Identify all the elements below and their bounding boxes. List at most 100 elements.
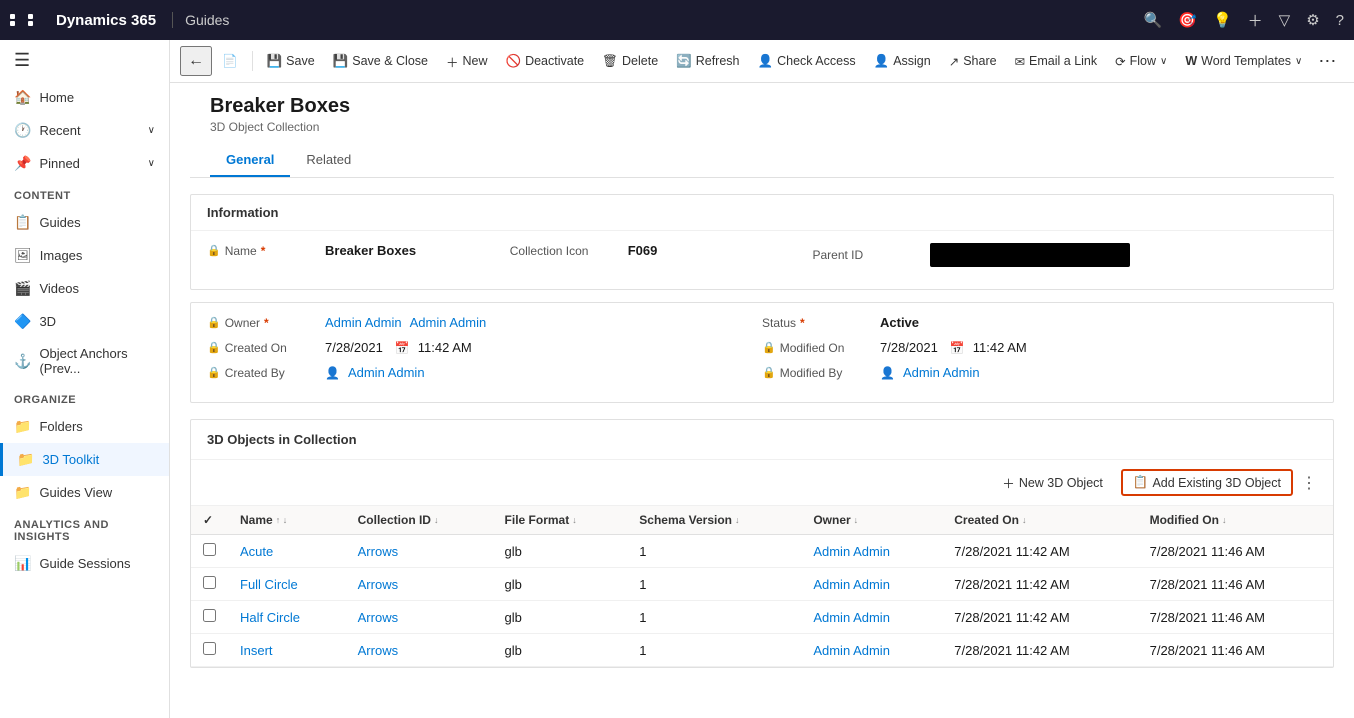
word-templates-button[interactable]: W Word Templates ∨ [1177,49,1310,73]
created-on-calendar-icon[interactable]: 📅 [395,341,410,355]
row-check[interactable] [191,601,228,634]
row-owner-link[interactable]: Admin Admin [813,643,890,658]
sidebar-hamburger[interactable]: ☰ [0,40,169,81]
tab-general[interactable]: General [210,144,290,177]
filter-icon[interactable]: ▽ [1279,11,1291,29]
owner-col: 🔒 Owner * Admin Admin Admin Admin [207,315,762,330]
row-modified-on: 7/28/2021 11:46 AM [1138,634,1333,667]
search-icon[interactable]: 🔍 [1144,11,1163,29]
back-button[interactable]: ← [180,46,212,76]
help-icon[interactable]: ? [1336,12,1344,29]
th-schema-version[interactable]: Schema Version ↓ [627,506,801,535]
file-format-sort[interactable]: File Format ↓ [505,513,577,527]
delete-button[interactable]: 🗑 Delete [594,49,666,74]
tab-related[interactable]: Related [290,144,367,177]
row-name-link[interactable]: Acute [240,544,273,559]
share-button[interactable]: ↗ Share [941,49,1005,74]
th-modified-on[interactable]: Modified On ↓ [1138,506,1333,535]
row-owner-link[interactable]: Admin Admin [813,544,890,559]
save-label: Save [286,54,315,68]
check-access-button[interactable]: 👤 Check Access [750,49,864,74]
more-options-button[interactable]: ⋯ [1312,47,1342,76]
collection-id-sort[interactable]: Collection ID ↓ [358,513,439,527]
row-owner-link[interactable]: Admin Admin [813,610,890,625]
row-name-link[interactable]: Full Circle [240,577,298,592]
settings-icon[interactable]: ⚙ [1306,11,1319,29]
save-close-button[interactable]: 💾 Save & Close [325,49,436,74]
created-by-lock-icon: 🔒 [207,366,221,379]
sidebar-item-3d[interactable]: 🔷 3D [0,305,169,338]
delete-icon: 🗑 [602,54,618,69]
owner-value-name[interactable]: Admin Admin [410,315,487,330]
row-modified-on: 7/28/2021 11:46 AM [1138,601,1333,634]
created-by-value[interactable]: Admin Admin [348,365,425,380]
collection-header: 3D Objects in Collection [191,420,1333,460]
collection-id-sort-arrows: ↓ [434,515,439,525]
file-format-sort-arrows: ↓ [572,515,577,525]
new-label: New [462,54,487,68]
app-launcher-icon[interactable] [10,14,44,26]
row-collection-id-link[interactable]: Arrows [358,610,398,625]
row-name-link[interactable]: Half Circle [240,610,300,625]
collection-more-icon[interactable]: ⋮ [1301,473,1317,493]
row-collection-id-link[interactable]: Arrows [358,577,398,592]
sidebar-item-images[interactable]: 🖼 Images [0,239,169,272]
add-existing-label: Add Existing 3D Object [1152,476,1281,490]
modified-by-value[interactable]: Admin Admin [903,365,980,380]
add-icon[interactable]: ＋ [1248,10,1263,31]
row-checkbox-3[interactable] [203,642,216,655]
form-row-created-by: 🔒 Created By 👤 Admin Admin 🔒 Modified By [207,365,1317,380]
row-check[interactable] [191,568,228,601]
modified-by-label: 🔒 Modified By [762,366,872,380]
row-check[interactable] [191,634,228,667]
images-icon: 🖼 [14,247,32,264]
email-link-button[interactable]: ✉ Email a Link [1007,49,1106,74]
lightbulb-icon[interactable]: 💡 [1213,11,1232,29]
modified-on-sort[interactable]: Modified On ↓ [1150,513,1227,527]
row-collection-id-link[interactable]: Arrows [358,643,398,658]
new-button[interactable]: ＋ New [438,47,496,76]
save-icon: 💾 [267,54,283,69]
name-sort[interactable]: Name ↑ ↓ [240,513,287,527]
row-check[interactable] [191,535,228,568]
th-owner[interactable]: Owner ↓ [801,506,942,535]
add-existing-3d-object-button[interactable]: 📋 Add Existing 3D Object [1121,469,1293,496]
sidebar-item-videos[interactable]: 🎬 Videos [0,272,169,305]
sidebar-item-recent[interactable]: 🕐 Recent ∨ [0,114,169,147]
sidebar-item-guide-sessions[interactable]: 📊 Guide Sessions [0,547,169,580]
sidebar-item-pinned[interactable]: 📌 Pinned ∨ [0,147,169,180]
new-3d-object-button[interactable]: ＋ New 3D Object [992,468,1113,497]
assign-button[interactable]: 👤 Assign [866,49,939,74]
row-name-link[interactable]: Insert [240,643,273,658]
row-collection-id-link[interactable]: Arrows [358,544,398,559]
sidebar-item-guides-view[interactable]: 📁 Guides View [0,476,169,509]
owner-sort[interactable]: Owner ↓ [813,513,858,527]
save-button[interactable]: 💾 Save [259,49,323,74]
sidebar-item-object-anchors[interactable]: ⚓ Object Anchors (Prev... [0,338,169,384]
row-checkbox-0[interactable] [203,543,216,556]
sidebar-item-home[interactable]: 🏠 Home [0,81,169,114]
sidebar-item-3d-toolkit[interactable]: 📁 3D Toolkit [0,443,169,476]
row-file-format: glb [493,634,628,667]
modified-on-date: 7/28/2021 [880,340,938,355]
flow-button[interactable]: ⟳ Flow ∨ [1107,49,1175,74]
row-checkbox-2[interactable] [203,609,216,622]
name-sort-arrows: ↑ ↓ [276,515,288,525]
schema-version-sort[interactable]: Schema Version ↓ [639,513,739,527]
th-file-format[interactable]: File Format ↓ [493,506,628,535]
deactivate-button[interactable]: 🚫 Deactivate [498,49,593,74]
row-checkbox-1[interactable] [203,576,216,589]
target-icon[interactable]: 🎯 [1178,11,1197,29]
th-collection-id[interactable]: Collection ID ↓ [346,506,493,535]
modified-on-col: 🔒 Modified On 7/28/2021 📅 11:42 AM [762,340,1317,355]
owner-value[interactable]: Admin Admin [325,315,402,330]
refresh-button[interactable]: 🔄 Refresh [668,49,747,74]
row-owner-link[interactable]: Admin Admin [813,577,890,592]
sidebar-item-folders[interactable]: 📁 Folders [0,410,169,443]
created-by-col: 🔒 Created By 👤 Admin Admin [207,365,762,380]
modified-on-calendar-icon[interactable]: 📅 [950,341,965,355]
th-name[interactable]: Name ↑ ↓ [228,506,346,535]
th-created-on[interactable]: Created On ↓ [942,506,1137,535]
created-on-sort[interactable]: Created On ↓ [954,513,1026,527]
sidebar-item-guides[interactable]: 📋 Guides [0,206,169,239]
